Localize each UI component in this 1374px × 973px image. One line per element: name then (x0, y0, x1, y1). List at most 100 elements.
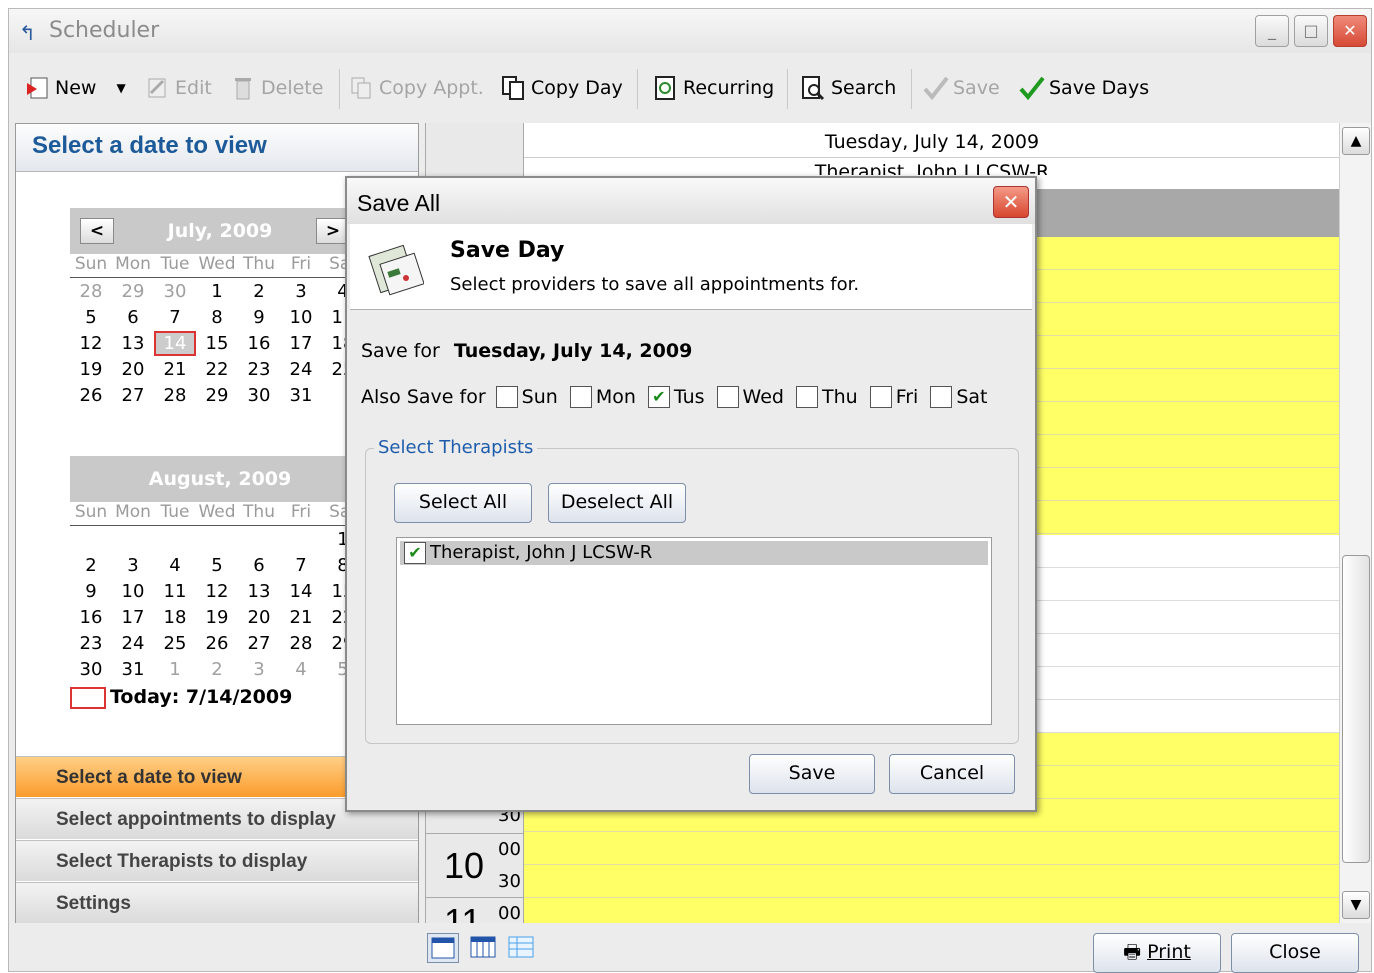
calendar-day[interactable]: 22 (196, 359, 238, 380)
print-button[interactable]: 🖶 Print (1093, 933, 1221, 973)
calendar-day[interactable]: 1 (196, 281, 238, 302)
calendar-day[interactable]: 13 (112, 333, 154, 354)
calendar-day[interactable]: 29 (196, 385, 238, 406)
calendar-day[interactable]: 3 (280, 281, 322, 302)
week-view-icon[interactable] (469, 933, 499, 963)
day-checkbox-tus[interactable]: ✔ Tus (647, 386, 705, 408)
calendar-day[interactable]: 12 (196, 581, 238, 602)
checkbox[interactable] (495, 386, 518, 408)
minimize-button[interactable]: _ (1255, 15, 1289, 47)
therapist-list-item[interactable]: ✔ Therapist, John J LCSW-R (400, 541, 988, 565)
calendar-day[interactable]: 3 (112, 555, 154, 576)
checkbox[interactable] (930, 386, 953, 408)
checkbox[interactable] (869, 386, 892, 408)
checkbox[interactable] (569, 386, 592, 408)
calendar-day[interactable]: 4 (280, 659, 322, 680)
selected-day[interactable]: 14 (154, 330, 196, 356)
day-checkbox-mon[interactable]: Mon (569, 386, 636, 408)
calendar-day[interactable]: 24 (112, 633, 154, 654)
calendar-day[interactable]: 21 (280, 607, 322, 628)
scroll-thumb[interactable] (1342, 555, 1370, 863)
calendar-day[interactable]: 10 (112, 581, 154, 602)
scroll-down-button[interactable]: ▼ (1342, 891, 1370, 919)
deselect-all-button[interactable]: Deselect All (548, 483, 686, 523)
calendar-day[interactable]: 20 (112, 359, 154, 380)
calendar-day[interactable]: 27 (112, 385, 154, 406)
calendar-day[interactable]: 17 (112, 607, 154, 628)
calendar-day[interactable]: 25 (154, 633, 196, 654)
calendar-day[interactable]: 14 (280, 581, 322, 602)
close-button[interactable]: Close (1231, 933, 1359, 973)
calendar-day[interactable]: 30 (154, 281, 196, 302)
calendar-day[interactable]: 18 (154, 607, 196, 628)
calendar-day[interactable]: 12 (70, 333, 112, 354)
dialog-cancel-button[interactable]: Cancel (889, 754, 1015, 794)
copy-day-button[interactable]: Copy Day (501, 71, 623, 105)
calendar-day[interactable]: 27 (238, 633, 280, 654)
calendar-day[interactable]: 19 (70, 359, 112, 380)
edit-button[interactable]: Edit (145, 71, 212, 105)
save-days-button[interactable]: Save Days (1019, 71, 1149, 105)
calendar-day[interactable]: 7 (154, 307, 196, 328)
delete-button[interactable]: Delete (231, 71, 323, 105)
calendar-day[interactable]: 6 (112, 307, 154, 328)
day-view-icon[interactable] (427, 933, 459, 963)
calendar-day[interactable]: 7 (280, 555, 322, 576)
calendar-day[interactable]: 16 (70, 607, 112, 628)
calendar-day[interactable]: 9 (238, 307, 280, 328)
calendar-day[interactable]: 9 (70, 581, 112, 602)
calendar-day[interactable]: 21 (154, 359, 196, 380)
dialog-save-button[interactable]: Save (749, 754, 875, 794)
calendar-day[interactable]: 6 (238, 555, 280, 576)
calendar-day[interactable]: 29 (112, 281, 154, 302)
copy-appt-button[interactable]: Copy Appt. (349, 71, 484, 105)
maximize-button[interactable]: □ (1294, 15, 1328, 47)
calendar-day[interactable]: 19 (196, 607, 238, 628)
new-button[interactable]: New ▼ (25, 71, 126, 105)
select-all-button[interactable]: Select All (394, 483, 532, 523)
new-dropdown-icon[interactable]: ▼ (116, 81, 125, 95)
calendar-day[interactable]: 23 (70, 633, 112, 654)
day-checkbox-sat[interactable]: Sat (930, 386, 987, 408)
window-close-button[interactable]: ✕ (1333, 15, 1367, 47)
save-button[interactable]: Save (923, 71, 1000, 105)
day-checkbox-sun[interactable]: Sun (495, 386, 558, 408)
calendar-day[interactable]: 17 (280, 333, 322, 354)
calendar-day[interactable]: 30 (238, 385, 280, 406)
calendar-day[interactable]: 2 (238, 281, 280, 302)
calendar-day[interactable]: 23 (238, 359, 280, 380)
vertical-scrollbar[interactable]: ▲ ▼ (1339, 123, 1371, 923)
calendar-day[interactable]: 4 (154, 555, 196, 576)
recurring-button[interactable]: Recurring (653, 71, 774, 105)
calendar-day[interactable]: 2 (196, 659, 238, 680)
calendar-day[interactable]: 11 (154, 581, 196, 602)
therapist-checkbox[interactable]: ✔ (404, 542, 426, 564)
nav-select-therapists[interactable]: Select Therapists to display (16, 840, 418, 881)
calendar-day[interactable]: 31 (280, 385, 322, 406)
calendar-day[interactable]: 26 (70, 385, 112, 406)
calendar-day[interactable]: 16 (238, 333, 280, 354)
calendar-day[interactable]: 31 (112, 659, 154, 680)
calendar-day[interactable]: 13 (238, 581, 280, 602)
calendar-day[interactable]: 1 (154, 659, 196, 680)
nav-settings[interactable]: Settings (16, 882, 418, 923)
calendar-day[interactable]: 8 (196, 307, 238, 328)
today-indicator[interactable]: Today: 7/14/2009 (70, 686, 370, 709)
calendar-day[interactable]: 28 (280, 633, 322, 654)
calendar-day[interactable]: 15 (196, 333, 238, 354)
therapist-list[interactable]: ✔ Therapist, John J LCSW-R (396, 537, 992, 725)
checkbox[interactable]: ✔ (647, 386, 670, 408)
calendar-day[interactable]: 28 (70, 281, 112, 302)
calendar-day[interactable]: 10 (280, 307, 322, 328)
calendar-day[interactable]: 28 (154, 385, 196, 406)
checkbox[interactable] (795, 386, 818, 408)
search-button[interactable]: Search (801, 71, 896, 105)
scroll-up-button[interactable]: ▲ (1342, 127, 1370, 155)
calendar-day[interactable]: 5 (70, 307, 112, 328)
calendar-day[interactable]: 5 (196, 555, 238, 576)
checkbox[interactable] (716, 386, 739, 408)
day-checkbox-fri[interactable]: Fri (869, 386, 918, 408)
calendar-day[interactable]: 26 (196, 633, 238, 654)
calendar-day[interactable]: 2 (70, 555, 112, 576)
day-checkbox-thu[interactable]: Thu (795, 386, 858, 408)
